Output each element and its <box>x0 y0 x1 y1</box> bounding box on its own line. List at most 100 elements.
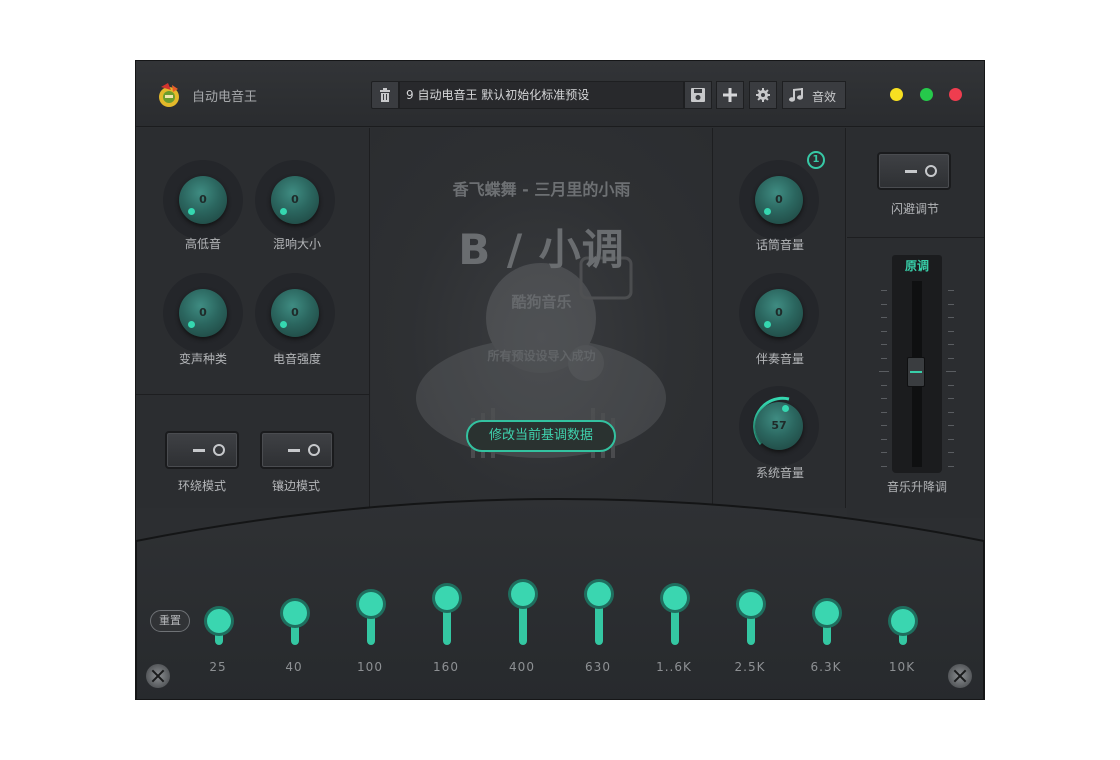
knob-label: 变声种类 <box>178 352 227 366</box>
add-preset-button[interactable] <box>716 81 744 109</box>
song-key: B / 小调 <box>458 225 625 274</box>
song-info-panel: 香飞蝶舞 - 三月里的小雨 B / 小调 酷狗音乐 所有预设设导入成功 修改当前… <box>371 128 712 508</box>
eq-slider-thumb[interactable] <box>739 592 763 617</box>
pitch-slider-handle[interactable] <box>907 357 925 387</box>
close-button[interactable] <box>949 88 962 101</box>
reverb-size-knob[interactable]: 0 <box>255 160 335 240</box>
eq-slider-thumb[interactable] <box>587 582 611 607</box>
reset-eq-button[interactable]: 重置 <box>150 610 190 632</box>
equalizer: 重置 25 40 100 160 400 630 1..6K 2.5K 6.3K 10K <box>136 497 984 699</box>
screw-icon <box>146 664 170 688</box>
eq-band-label: 40 <box>285 660 303 674</box>
pitch-panel: 闪避调节 原调 音乐升降调 <box>847 128 984 518</box>
settings-button[interactable] <box>749 81 777 109</box>
toggle-label: 环绕模式 <box>177 479 226 493</box>
pitch-tick <box>881 290 887 291</box>
flanger-mode-toggle[interactable] <box>260 431 334 469</box>
knob-value: 0 <box>775 306 783 319</box>
eq-band-label: 25 <box>209 660 227 674</box>
pitch-tick <box>881 344 887 345</box>
pitch-tick <box>881 452 887 453</box>
plus-icon <box>723 88 737 102</box>
eq-slider-thumb[interactable] <box>207 608 231 633</box>
pitch-tick <box>948 384 954 386</box>
pitch-tick <box>879 371 889 372</box>
eq-slider-thumb[interactable] <box>359 592 383 617</box>
app-logo <box>159 83 179 107</box>
knob-value: 0 <box>199 193 207 206</box>
knob-value: 0 <box>199 306 207 319</box>
pitch-tick <box>948 438 954 440</box>
eq-band-label: 10K <box>888 660 916 674</box>
pitch-tick <box>948 398 954 399</box>
divider <box>136 394 370 395</box>
eq-band-label: 400 <box>509 660 535 674</box>
main-window: 自动电音王 9 自动电音王 默认初始化标准预设 音效 0 高低音 0 混响大小 … <box>135 60 985 700</box>
knob-value: 0 <box>775 193 783 206</box>
eq-band-label: 6.3K <box>810 660 842 674</box>
autotune-strength-knob[interactable]: 0 <box>255 273 335 353</box>
pitch-tick <box>948 303 954 305</box>
voice-change-type-knob[interactable]: 0 <box>163 273 243 353</box>
eq-band-label: 100 <box>357 660 383 674</box>
pitch-label: 音乐升降调 <box>886 480 947 494</box>
status-message: 所有预设设导入成功 <box>487 349 596 363</box>
toggle-label: 闪避调节 <box>890 202 939 216</box>
maximize-button[interactable] <box>920 88 933 101</box>
left-panel: 0 高低音 0 混响大小 0 变声种类 0 电音强度 环绕模式 镶边模式 <box>136 128 370 508</box>
delete-preset-button[interactable] <box>371 81 399 109</box>
pitch-tick <box>881 303 887 305</box>
pitch-tick <box>881 411 887 413</box>
music-note-icon <box>789 88 803 102</box>
save-preset-button[interactable] <box>684 81 712 109</box>
eq-band-label: 2.5K <box>734 660 766 674</box>
preset-select[interactable]: 9 自动电音王 默认初始化标准预设 <box>399 81 684 109</box>
accompaniment-volume-knob[interactable]: 0 <box>739 273 819 353</box>
surround-mode-toggle[interactable] <box>165 431 239 469</box>
pitch-tick <box>948 290 954 291</box>
bass-treble-knob[interactable]: 0 <box>163 160 243 240</box>
pitch-tick <box>946 371 956 372</box>
notification-badge: 1 <box>807 151 825 169</box>
pitch-tick <box>881 317 887 318</box>
pitch-tick <box>881 330 887 332</box>
knob-value: 0 <box>291 306 299 319</box>
dodge-toggle[interactable] <box>877 152 951 190</box>
system-volume-knob[interactable]: 57 <box>739 386 819 466</box>
title-bar: 自动电音王 9 自动电音王 默认初始化标准预设 音效 <box>136 61 984 127</box>
save-icon <box>691 88 705 102</box>
pitch-tick <box>881 398 887 399</box>
pitch-tick <box>881 357 887 359</box>
eq-band-label: 160 <box>433 660 459 674</box>
trash-icon <box>380 88 390 102</box>
gear-icon <box>756 88 770 102</box>
knob-label: 话筒音量 <box>755 238 804 252</box>
effects-label: 音效 <box>812 90 837 104</box>
pitch-tick <box>948 452 954 453</box>
minimize-button[interactable] <box>890 88 903 101</box>
knob-label: 混响大小 <box>272 237 321 251</box>
screw-icon <box>948 664 972 688</box>
knob-label: 电音强度 <box>272 352 321 366</box>
song-source: 酷狗音乐 <box>511 293 572 311</box>
knob-label: 高低音 <box>184 237 221 251</box>
eq-band-label: 1..6K <box>656 660 692 674</box>
knob-value: 0 <box>291 193 299 206</box>
eq-slider-thumb[interactable] <box>435 586 459 611</box>
pitch-tick <box>881 425 887 426</box>
app-title: 自动电音王 <box>192 90 258 105</box>
pitch-header: 原调 <box>892 255 942 277</box>
pitch-slider[interactable] <box>892 277 942 473</box>
eq-slider-thumb[interactable] <box>891 608 915 633</box>
pitch-tick <box>881 384 887 386</box>
eq-slider-thumb[interactable] <box>283 601 307 626</box>
pitch-tick <box>948 357 954 359</box>
modify-key-button[interactable]: 修改当前基调数据 <box>466 420 616 452</box>
pitch-tick <box>948 317 954 318</box>
eq-slider-thumb[interactable] <box>815 601 839 626</box>
eq-band-label: 630 <box>585 660 611 674</box>
eq-slider-thumb[interactable] <box>511 582 535 607</box>
mic-volume-knob[interactable]: 0 <box>739 160 819 240</box>
eq-slider-thumb[interactable] <box>663 586 687 611</box>
effects-button[interactable]: 音效 <box>782 81 846 109</box>
